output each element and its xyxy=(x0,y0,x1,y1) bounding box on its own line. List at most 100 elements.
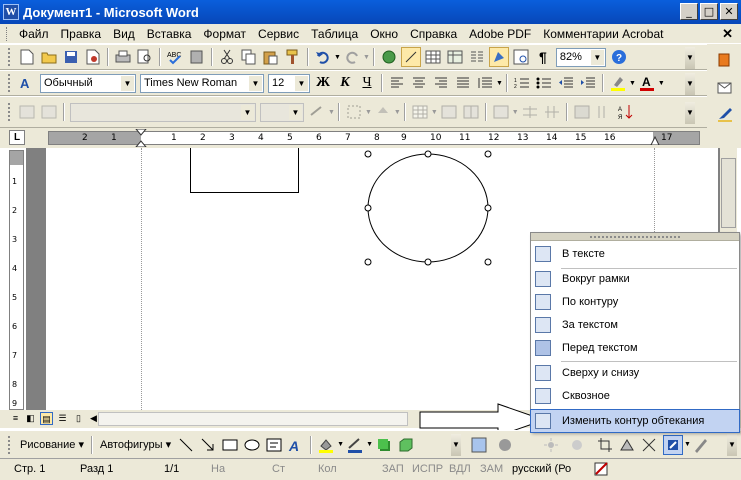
outline-view-icon[interactable]: ☰ xyxy=(56,412,69,425)
style-combo[interactable]: Обычный ▼ xyxy=(40,73,136,93)
styles-pane-icon[interactable]: A xyxy=(17,73,37,93)
edit-icon[interactable] xyxy=(17,102,37,122)
columns-icon[interactable] xyxy=(467,47,487,67)
bold-button[interactable]: Ж xyxy=(313,73,333,93)
web-view-icon[interactable]: ◧ xyxy=(24,412,37,425)
line-color-icon[interactable] xyxy=(307,102,327,122)
compress-icon[interactable] xyxy=(639,435,659,455)
toolbar-options-icon[interactable]: ▼ xyxy=(727,434,737,456)
disabled-combo-narrow[interactable]: ▼ xyxy=(260,102,304,122)
wrap-tight-item[interactable]: По контуру xyxy=(531,291,739,313)
bullets-icon[interactable] xyxy=(534,73,554,93)
paste-icon[interactable] xyxy=(261,47,281,67)
redo-dropdown-icon[interactable]: ▼ xyxy=(363,54,370,61)
color-picture-icon[interactable] xyxy=(495,435,515,455)
shadow-icon[interactable] xyxy=(374,435,394,455)
line-color-icon[interactable] xyxy=(345,435,365,455)
distribute-rows-icon[interactable] xyxy=(520,102,540,122)
horizontal-scrollbar[interactable] xyxy=(98,412,408,426)
disabled-combo-wide[interactable]: ▼ xyxy=(70,102,256,122)
set-transparent-icon[interactable] xyxy=(691,435,711,455)
fill-color-icon[interactable] xyxy=(316,435,336,455)
toolbar-options-icon[interactable]: ▼ xyxy=(451,434,461,456)
chevron-down-icon[interactable]: ▼ xyxy=(295,75,308,91)
textbox-tool-icon[interactable] xyxy=(264,435,284,455)
normal-view-icon[interactable]: ≡ xyxy=(9,412,22,425)
menu-file[interactable]: Файл xyxy=(13,25,55,43)
menu-drag-handle[interactable] xyxy=(531,233,739,241)
chevron-down-icon[interactable]: ▼ xyxy=(289,104,302,120)
show-hide-icon[interactable]: ¶ xyxy=(533,47,553,67)
border-icon[interactable] xyxy=(344,102,364,122)
acrobat-convert-icon[interactable] xyxy=(715,50,735,70)
toolbar-grip[interactable] xyxy=(8,48,12,66)
chevron-down-icon[interactable]: ▼ xyxy=(249,75,262,91)
right-indent-marker-icon[interactable] xyxy=(650,136,660,145)
undo-dropdown-icon[interactable]: ▼ xyxy=(334,54,341,61)
save-icon[interactable] xyxy=(61,47,81,67)
wrap-square-item[interactable]: Вокруг рамки xyxy=(531,268,739,290)
3d-icon[interactable] xyxy=(396,435,416,455)
text-wrapping-icon[interactable] xyxy=(663,434,683,455)
menu-window[interactable]: Окно xyxy=(364,25,404,43)
tab-selector[interactable]: L xyxy=(9,130,25,145)
reading-view-icon[interactable]: ▯ xyxy=(72,412,85,425)
open-folder-icon[interactable] xyxy=(39,47,59,67)
help-icon[interactable]: ? xyxy=(609,47,629,67)
font-combo[interactable]: Times New Roman ▼ xyxy=(140,73,264,93)
rectangle-shape[interactable] xyxy=(190,148,299,193)
vertical-ruler[interactable]: 1 2 3 4 5 6 7 8 9 xyxy=(9,150,24,410)
decrease-indent-icon[interactable] xyxy=(556,73,576,93)
split-cells-icon[interactable] xyxy=(461,102,481,122)
status-ovr[interactable]: ЗАМ xyxy=(480,462,503,476)
crop-icon[interactable] xyxy=(595,435,615,455)
toolbar-options-icon[interactable]: ▼ xyxy=(685,73,695,95)
merge-cells-icon[interactable] xyxy=(439,102,459,122)
format-picture-icon[interactable] xyxy=(469,435,489,455)
wrap-inline-item[interactable]: В тексте xyxy=(531,243,739,265)
edit-wrap-points-item[interactable]: Изменить контур обтекания xyxy=(530,409,740,433)
status-trk[interactable]: ИСПР xyxy=(412,462,443,476)
text-direction-icon[interactable] xyxy=(594,102,614,122)
close-document-icon[interactable]: ✕ xyxy=(722,26,733,42)
horizontal-ruler[interactable]: 2 1 1 2 3 4 5 6 7 8 9 10 11 12 13 14 15 … xyxy=(48,129,700,147)
zoom-combo[interactable]: 82% ▼ xyxy=(555,47,606,67)
hyperlink-icon[interactable] xyxy=(379,47,399,67)
menu-tools[interactable]: Сервис xyxy=(252,25,305,43)
status-ext[interactable]: ВДЛ xyxy=(449,462,471,476)
print-layout-icon[interactable]: ▤ xyxy=(40,412,53,425)
indent-marker-icon[interactable] xyxy=(135,129,147,147)
close-button[interactable]: ✕ xyxy=(720,3,738,20)
print-icon[interactable] xyxy=(113,47,133,67)
chevron-down-icon[interactable]: ▼ xyxy=(590,49,604,65)
line-tool-icon[interactable] xyxy=(176,435,196,455)
sort-icon[interactable]: AЯ xyxy=(616,102,636,122)
status-language[interactable]: русский (Ро xyxy=(512,462,571,476)
spelling-status-icon[interactable] xyxy=(593,461,611,480)
insert-table-icon[interactable] xyxy=(423,47,443,67)
draw-menu-button[interactable]: Рисование ▾ xyxy=(20,438,84,451)
brightness-icon[interactable] xyxy=(541,435,561,455)
word-app-icon[interactable]: W xyxy=(3,4,19,20)
align-center-icon[interactable] xyxy=(409,73,429,93)
table-grid-icon[interactable] xyxy=(410,102,430,122)
maximize-button[interactable]: □ xyxy=(700,3,718,20)
menu-insert[interactable]: Вставка xyxy=(141,25,198,43)
menu-format[interactable]: Формат xyxy=(197,25,252,43)
italic-button[interactable]: К xyxy=(335,73,355,93)
menu-edit[interactable]: Правка xyxy=(55,25,108,43)
shading-icon[interactable] xyxy=(373,102,393,122)
highlight-icon[interactable] xyxy=(608,73,628,93)
insert-excel-icon[interactable] xyxy=(445,47,465,67)
acrobat-email-icon[interactable] xyxy=(715,78,735,98)
format-painter-icon[interactable] xyxy=(283,47,303,67)
menu-table[interactable]: Таблица xyxy=(305,25,364,43)
menu-adobe-pdf[interactable]: Adobe PDF xyxy=(463,25,537,43)
font-color-icon[interactable]: A xyxy=(637,73,657,93)
contrast-icon[interactable] xyxy=(567,435,587,455)
undo-icon[interactable] xyxy=(313,47,333,67)
autoshapes-button[interactable]: Автофигуры ▾ xyxy=(100,438,171,451)
tables-borders-icon[interactable] xyxy=(400,47,421,67)
rotate-icon[interactable] xyxy=(617,435,637,455)
scroll-thumb[interactable] xyxy=(721,158,736,228)
